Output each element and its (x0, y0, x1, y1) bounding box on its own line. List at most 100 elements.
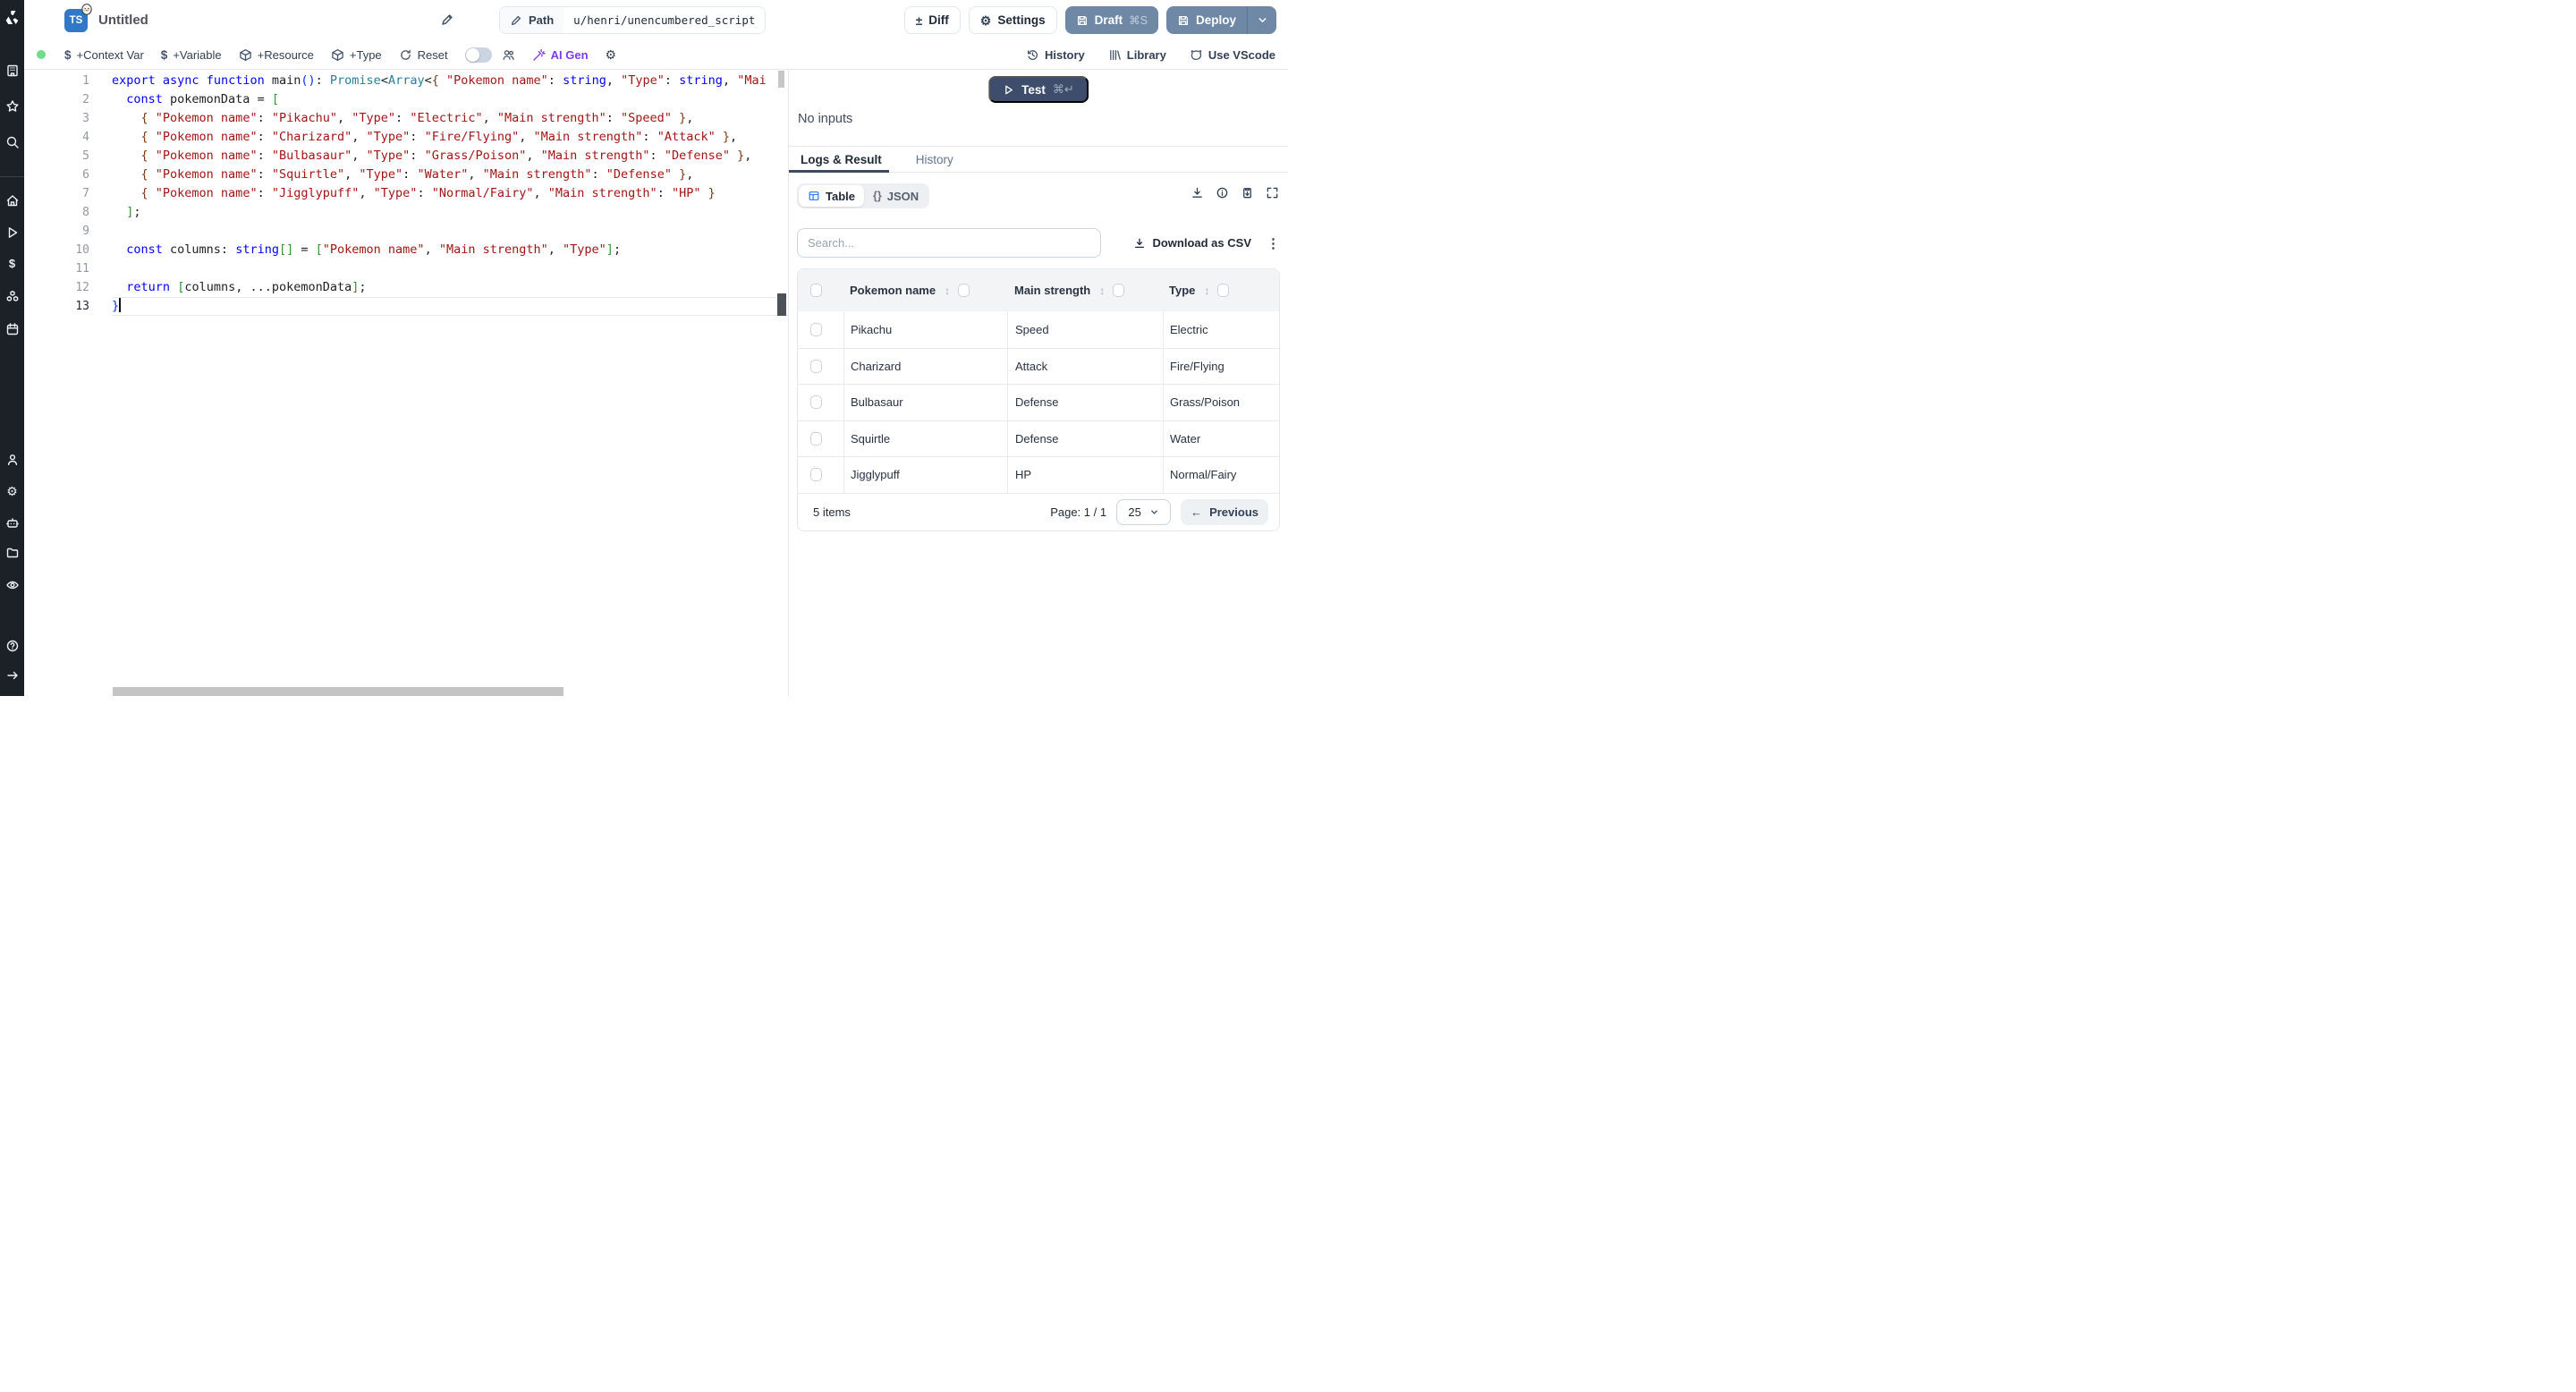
settings-button[interactable]: ⚙ Settings (968, 6, 1057, 34)
path-button[interactable]: Path u/henri/unencumbered_script (499, 6, 767, 34)
sidebar-item-calendar-icon[interactable] (0, 322, 24, 336)
download-csv-button[interactable]: Download as CSV (1133, 236, 1251, 250)
sidebar-item-folder-icon[interactable] (0, 546, 24, 560)
sort-icon[interactable]: ↕ (1099, 284, 1105, 297)
vertical-scrollbar-thumb[interactable] (778, 71, 784, 88)
code-line[interactable]: const columns: string[] = ["Pokemon name… (112, 241, 788, 259)
windmill-logo-icon[interactable] (0, 9, 24, 26)
search-input[interactable] (797, 228, 1101, 258)
table-row[interactable]: Pikachu Speed Electric (798, 311, 1279, 348)
code-line[interactable]: { "Pokemon name": "Pikachu", "Type": "El… (112, 109, 788, 128)
edit-title-pencil-icon[interactable] (440, 13, 454, 31)
horizontal-scrollbar-thumb[interactable] (113, 687, 564, 696)
add-type-button[interactable]: +Type (331, 48, 382, 62)
code-line[interactable]: { "Pokemon name": "Bulbasaur", "Type": "… (112, 147, 788, 166)
column-header-type[interactable]: Type ↕ (1163, 284, 1279, 297)
previous-label: Previous (1209, 505, 1258, 519)
clipboard-copy-icon[interactable] (1241, 186, 1254, 199)
sidebar-item-arrow-right-icon[interactable] (0, 668, 24, 683)
column-checkbox[interactable] (958, 284, 970, 297)
diff-button[interactable]: ± Diff (903, 6, 961, 34)
ai-gen-button[interactable]: AI Gen (532, 48, 589, 62)
code-line[interactable] (112, 259, 788, 278)
sidebar-item-eye-icon[interactable] (0, 578, 24, 592)
column-header-main-strength[interactable]: Main strength ↕ (1007, 284, 1163, 297)
code-line[interactable]: { "Pokemon name": "Charizard", "Type": "… (112, 128, 788, 147)
sidebar-item-magnifier-icon[interactable] (0, 135, 24, 149)
sidebar-item-play-icon[interactable] (0, 225, 24, 240)
save-icon (1077, 15, 1087, 25)
code-line[interactable]: { "Pokemon name": "Jigglypuff", "Type": … (112, 184, 788, 203)
draft-button[interactable]: Draft ⌘S (1064, 6, 1158, 34)
previous-page-button[interactable]: ← Previous (1181, 498, 1268, 525)
sidebar-item-gear-icon[interactable]: ⚙ (0, 484, 24, 498)
column-checkbox[interactable] (1113, 284, 1125, 297)
select-all-checkbox[interactable] (810, 284, 822, 297)
code-line[interactable] (112, 222, 788, 241)
deploy-dropdown-button[interactable] (1247, 6, 1276, 34)
add-context-var-button[interactable]: $ +Context Var (64, 48, 144, 62)
code-line[interactable]: { "Pokemon name": "Squirtle", "Type": "W… (112, 166, 788, 184)
topbar: TS Untitled Path u/henri/unencumbered_sc… (24, 0, 1288, 40)
sort-icon[interactable]: ↕ (1204, 284, 1209, 297)
row-checkbox[interactable] (810, 359, 822, 373)
view-json-option[interactable]: {} JSON (864, 185, 928, 207)
table-row[interactable]: Charizard Attack Fire/Flying (798, 347, 1279, 384)
add-variable-button[interactable]: $ +Variable (161, 48, 222, 62)
sidebar-item-cubes-icon[interactable] (0, 290, 24, 304)
diff-label: Diff (928, 13, 949, 27)
typescript-badge[interactable]: TS (64, 3, 92, 32)
column-header-pokemon-name[interactable]: Pokemon name ↕ (843, 284, 1007, 297)
egg-face-emoji-icon (80, 3, 93, 18)
use-vscode-button[interactable]: Use VScode (1190, 48, 1275, 62)
collaborators-icon[interactable] (502, 48, 515, 62)
result-tabs: Logs & Result History (789, 147, 1288, 173)
library-button[interactable]: Library (1108, 48, 1166, 62)
gear-icon: ⚙ (979, 13, 992, 28)
row-checkbox[interactable] (810, 431, 822, 446)
code-line[interactable]: const pokemonData = [ (112, 90, 788, 109)
page-size-select[interactable]: 25 (1116, 498, 1172, 525)
sidebar-item-dollar-icon[interactable]: $ (0, 257, 24, 271)
sidebar-item-star-icon[interactable] (0, 99, 24, 114)
sidebar-item-home-icon[interactable] (0, 193, 24, 208)
test-button[interactable]: Test ⌘↵ (988, 76, 1089, 103)
code-line[interactable]: ]; (112, 203, 788, 222)
sidebar-item-help-icon[interactable] (0, 639, 24, 653)
download-icon[interactable] (1191, 186, 1204, 199)
tab-history[interactable]: History (916, 153, 953, 166)
kebab-menu-icon[interactable]: ⋮ (1267, 235, 1280, 251)
code-editor[interactable]: 1 2 3 4 5 6 7 8 9 10 11 12 13 export async function … (24, 70, 788, 696)
line-number: 12 (75, 281, 89, 294)
cat-icon (1191, 49, 1202, 60)
code-line[interactable]: return [columns, ...pokemonData]; (112, 278, 788, 297)
table-row[interactable]: Squirtle Defense Water (798, 420, 1279, 456)
editor-settings-button[interactable]: ⚙ (606, 48, 617, 61)
row-checkbox[interactable] (810, 468, 822, 482)
sidebar-item-building-icon[interactable] (0, 64, 24, 78)
deploy-button[interactable]: Deploy (1165, 6, 1247, 34)
sidebar-item-user-icon[interactable] (0, 453, 24, 467)
code-line[interactable]: } (112, 297, 788, 316)
collab-toggle[interactable] (464, 47, 492, 63)
tab-logs-result[interactable]: Logs & Result (801, 153, 882, 166)
history-button[interactable]: History (1026, 48, 1085, 62)
content: 1 2 3 4 5 6 7 8 9 10 11 12 13 export async function … (24, 70, 1288, 696)
sidebar-item-robot-icon[interactable] (0, 516, 24, 530)
code-line[interactable]: export async function main(): Promise<Ar… (112, 72, 788, 90)
test-shortcut: ⌘↵ (1052, 82, 1074, 96)
add-variable-label: +Variable (173, 47, 222, 62)
info-icon[interactable] (1216, 186, 1229, 199)
path-label: Path (529, 13, 555, 27)
column-checkbox[interactable] (1217, 284, 1230, 297)
row-checkbox[interactable] (810, 395, 822, 410)
expand-icon[interactable] (1266, 186, 1279, 199)
table-row[interactable]: Bulbasaur Defense Grass/Poison (798, 384, 1279, 420)
reset-button[interactable]: Reset (399, 48, 448, 62)
sort-icon[interactable]: ↕ (945, 284, 950, 297)
row-checkbox[interactable] (810, 322, 822, 336)
line-number: 9 (82, 225, 89, 238)
add-resource-button[interactable]: +Resource (239, 48, 314, 62)
view-table-option[interactable]: Table (799, 185, 864, 207)
table-row[interactable]: Jigglypuff HP Normal/Fairy (798, 456, 1279, 493)
